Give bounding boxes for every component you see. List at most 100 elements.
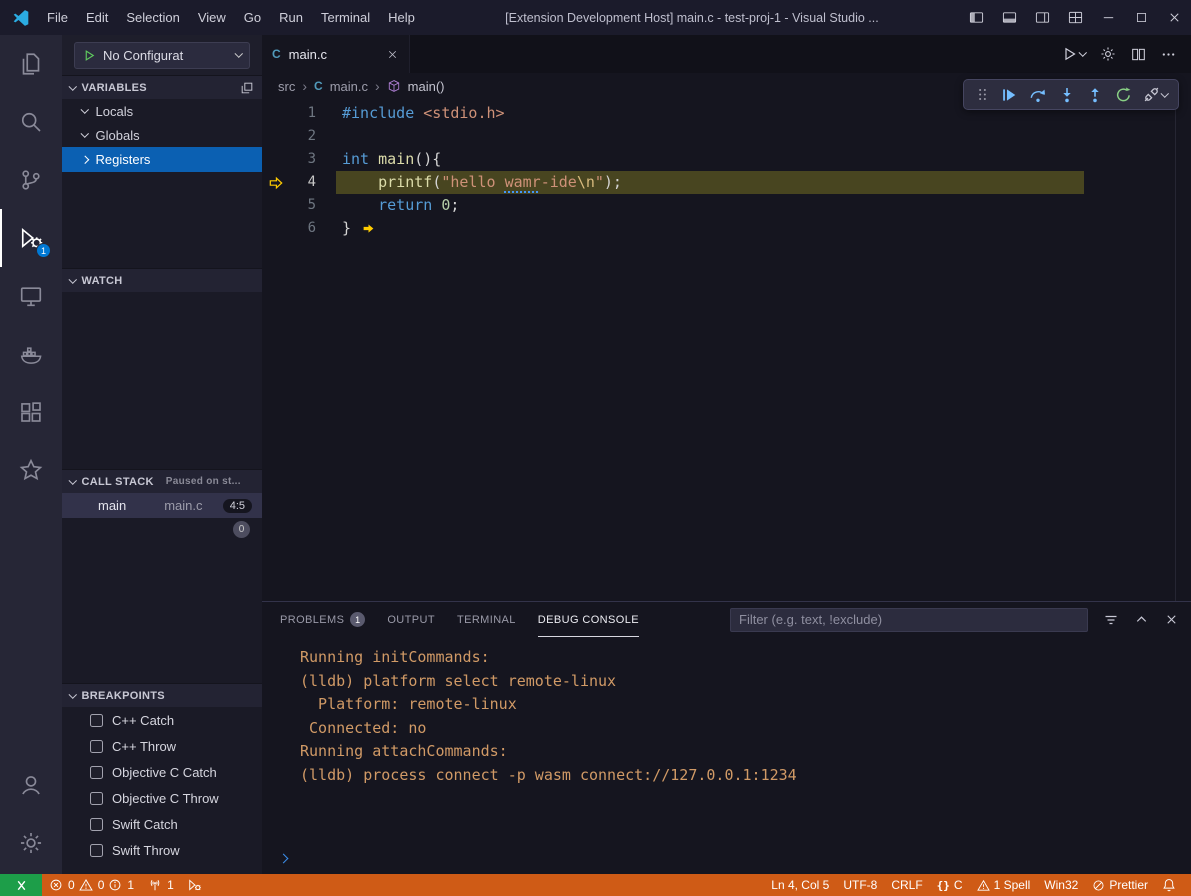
console-filter-input[interactable] — [730, 608, 1088, 632]
activity-bar: 1 — [0, 35, 62, 874]
debug-session-status[interactable] — [181, 874, 209, 896]
run-file-button[interactable] — [1062, 46, 1086, 62]
disconnect-icon[interactable] — [1143, 86, 1168, 103]
call-stack-section-header[interactable]: CALL STACK Paused on st... — [62, 469, 262, 493]
toggle-panel-icon[interactable] — [993, 0, 1026, 35]
split-editor-icon[interactable] — [1131, 47, 1146, 62]
breakpoint-swift-throw[interactable]: Swift Throw — [62, 837, 262, 863]
filter-lines-icon[interactable] — [1103, 612, 1119, 628]
menu-terminal[interactable]: Terminal — [312, 0, 379, 35]
checkbox-unchecked[interactable] — [90, 818, 103, 831]
line-number: 5 — [276, 194, 316, 217]
notifications-bell-icon[interactable] — [1155, 878, 1183, 892]
customize-layout-icon[interactable] — [1059, 0, 1092, 35]
toggle-sidebar-icon[interactable] — [960, 0, 993, 35]
menu-go[interactable]: Go — [235, 0, 270, 35]
console-prompt-icon[interactable] — [280, 848, 287, 866]
code-line-2[interactable]: 2 — [262, 125, 1191, 148]
activity-run-debug-icon[interactable]: 1 — [0, 209, 62, 267]
chevron-down-icon — [69, 275, 77, 283]
menu-edit[interactable]: Edit — [77, 0, 117, 35]
step-out-icon[interactable] — [1086, 86, 1104, 104]
variables-item-registers[interactable]: Registers — [62, 147, 262, 172]
toggle-secondary-sidebar-icon[interactable] — [1026, 0, 1059, 35]
minimize-button[interactable] — [1092, 0, 1125, 35]
inline-debug-arrow-icon — [362, 176, 470, 281]
panel-tab-output[interactable]: OUTPUT — [387, 602, 435, 637]
activity-bar-bottom — [0, 756, 62, 874]
panel-tab-terminal[interactable]: TERMINAL — [457, 602, 516, 637]
launch-configuration-dropdown[interactable]: No Configurat — [74, 42, 250, 69]
checkbox-unchecked[interactable] — [90, 714, 103, 727]
breakpoint-swift-catch[interactable]: Swift Catch — [62, 811, 262, 837]
breadcrumb-symbol[interactable]: main() — [408, 79, 445, 94]
spell-checker-status[interactable]: 1 Spell — [970, 878, 1038, 892]
maximize-button[interactable] — [1125, 0, 1158, 35]
menu-run[interactable]: Run — [270, 0, 312, 35]
collapse-all-icon[interactable] — [240, 81, 254, 95]
breakpoints-section-header[interactable]: BREAKPOINTS — [62, 683, 262, 707]
remote-indicator[interactable] — [0, 874, 42, 896]
platform-target[interactable]: Win32 — [1037, 878, 1085, 892]
checkbox-unchecked[interactable] — [90, 792, 103, 805]
breadcrumb-folder[interactable]: src — [278, 79, 295, 94]
language-mode[interactable]: {} C — [930, 878, 970, 892]
chevron-down-icon — [81, 106, 89, 114]
code-line-4[interactable]: 4 printf("hello wamr-ide\n"); — [262, 171, 1191, 194]
menu-help[interactable]: Help — [379, 0, 424, 35]
debug-console-output[interactable]: Running initCommands:(lldb) platform sel… — [262, 637, 1191, 874]
eol-indicator[interactable]: CRLF — [884, 878, 929, 892]
activity-source-control-icon[interactable] — [0, 151, 62, 209]
spell-label: 1 Spell — [994, 878, 1031, 892]
breakpoint-objective-c-throw[interactable]: Objective C Throw — [62, 785, 262, 811]
activity-remote-explorer-icon[interactable] — [0, 267, 62, 325]
problems-status[interactable]: 0 0 1 — [42, 874, 141, 896]
formatter-status[interactable]: Prettier — [1085, 878, 1155, 892]
restart-icon[interactable] — [1115, 86, 1132, 103]
step-into-icon[interactable] — [1058, 86, 1076, 104]
breakpoint-c-catch[interactable]: C++ Catch — [62, 707, 262, 733]
code-line-5[interactable]: 5 return 0; — [262, 194, 1191, 217]
close-button[interactable] — [1158, 0, 1191, 35]
encoding-indicator[interactable]: UTF-8 — [836, 878, 884, 892]
variables-item-globals[interactable]: Globals — [62, 123, 262, 147]
breakpoint-c-throw[interactable]: C++ Throw — [62, 733, 262, 759]
tab-main-c[interactable]: C main.c — [262, 35, 410, 73]
ports-count: 1 — [167, 878, 174, 892]
panel-tab-problems[interactable]: PROBLEMS 1 — [280, 602, 365, 637]
menu-selection[interactable]: Selection — [117, 0, 188, 35]
variables-section-header[interactable]: VARIABLES — [62, 75, 262, 99]
start-debug-icon[interactable] — [83, 49, 96, 62]
tab-close-icon[interactable] — [386, 48, 399, 61]
cursor-position[interactable]: Ln 4, Col 5 — [764, 878, 836, 892]
activity-docker-icon[interactable] — [0, 325, 62, 383]
close-panel-icon[interactable] — [1164, 612, 1179, 627]
settings-gear-icon[interactable] — [0, 814, 62, 872]
panel-tab-debug-console[interactable]: DEBUG CONSOLE — [538, 602, 639, 637]
menu-file[interactable]: File — [38, 0, 77, 35]
code-line-3[interactable]: 3int main(){ — [262, 148, 1191, 171]
checkbox-unchecked[interactable] — [90, 844, 103, 857]
info-icon — [108, 878, 122, 892]
menu-view[interactable]: View — [189, 0, 235, 35]
checkbox-unchecked[interactable] — [90, 740, 103, 753]
continue-icon[interactable] — [1000, 86, 1018, 104]
activity-extensions-icon[interactable] — [0, 383, 62, 441]
activity-search-icon[interactable] — [0, 93, 62, 151]
editor-gear-icon[interactable] — [1100, 46, 1116, 62]
code-editor[interactable]: 1#include <stdio.h>23int main(){ 4 print… — [262, 99, 1191, 601]
activity-explorer-icon[interactable] — [0, 35, 62, 93]
toolbar-drag-handle[interactable] — [975, 87, 990, 102]
step-over-icon[interactable] — [1029, 86, 1047, 104]
maximize-panel-icon[interactable] — [1134, 612, 1149, 627]
variables-item-locals[interactable]: Locals — [62, 99, 262, 123]
ports-status[interactable]: 1 — [141, 874, 181, 896]
activity-star-icon[interactable] — [0, 441, 62, 499]
watch-section-header[interactable]: WATCH — [62, 268, 262, 292]
accounts-icon[interactable] — [0, 756, 62, 814]
breadcrumb-file[interactable]: main.c — [330, 79, 368, 94]
breakpoint-objective-c-catch[interactable]: Objective C Catch — [62, 759, 262, 785]
stack-frame-row[interactable]: main main.c 4:5 — [62, 493, 262, 518]
checkbox-unchecked[interactable] — [90, 766, 103, 779]
more-actions-icon[interactable] — [1161, 47, 1176, 62]
